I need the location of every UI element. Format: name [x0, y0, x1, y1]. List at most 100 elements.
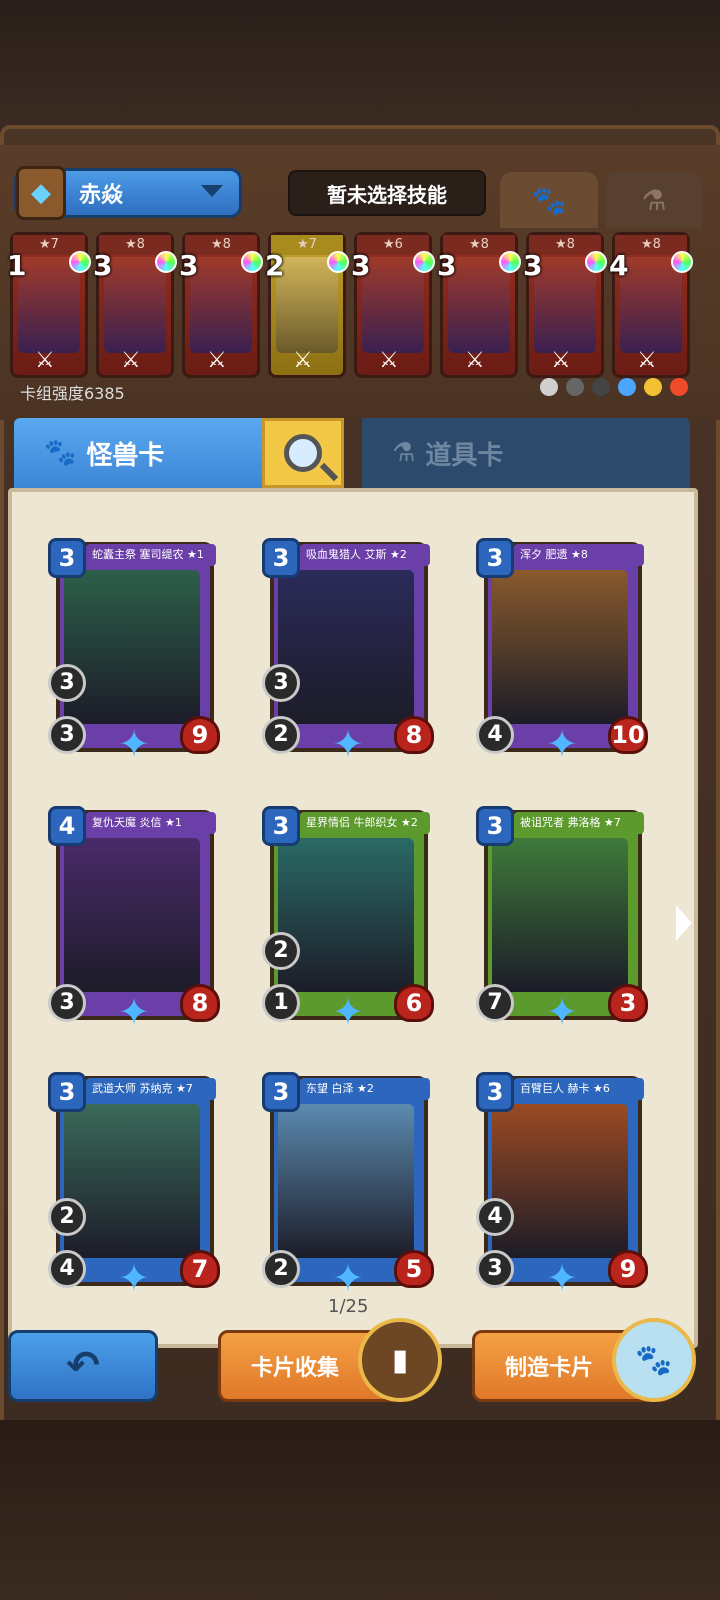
- deck-card[interactable]: ★7 1 ⚔: [7, 232, 91, 378]
- paw-tab[interactable]: 🐾: [500, 172, 598, 228]
- deck-card-art: [276, 257, 338, 353]
- card-cost: 3: [48, 1072, 86, 1112]
- deck-card-art: [362, 257, 424, 353]
- deck-card-cost: 1: [7, 249, 27, 282]
- collection-card[interactable]: 吸血鬼猎人 艾斯 ★2 3 3 2 ✦ 8: [262, 538, 434, 764]
- card-health: 5: [394, 1250, 434, 1288]
- collection-panel: 蛇蠹主祭 塞司缇农 ★1 3 3 3 ✦ 9 吸血鬼猎人 艾斯 ★2 3 3 2…: [8, 488, 698, 1348]
- card-attack: 3: [48, 984, 86, 1022]
- card-dice-value: 4: [476, 1198, 514, 1236]
- fire-icon: [670, 378, 688, 396]
- paw-icon: 🐾: [44, 438, 77, 468]
- deck-card-cost: 2: [265, 249, 285, 282]
- card-name: 东望 白泽 ★2: [300, 1078, 430, 1100]
- potion-tab[interactable]: ⚗: [606, 172, 702, 228]
- element-gem-icon: [155, 251, 177, 273]
- tab-item[interactable]: ⚗ 道具卡: [362, 418, 690, 488]
- deck-card-cost: 3: [351, 249, 371, 282]
- card-name: 蛇蠹主祭 塞司缇农 ★1: [86, 544, 216, 566]
- craft-label: 制造卡片: [505, 1356, 594, 1381]
- deck-card-art: [448, 257, 510, 353]
- tab-monster[interactable]: 🐾 怪兽卡: [14, 418, 264, 488]
- back-button[interactable]: ↶: [8, 1330, 158, 1402]
- deck-card-cost: 3: [523, 249, 543, 282]
- tab-item-label: 道具卡: [425, 440, 504, 471]
- element-icons: [540, 378, 690, 402]
- sword-icon: ⚔: [121, 348, 141, 373]
- card-attack: 3: [476, 1250, 514, 1288]
- collection-card[interactable]: 星界情侣 牛郎织女 ★2 3 2 1 ✦ 6: [262, 806, 434, 1032]
- deck-card[interactable]: ★7 2 ⚔: [265, 232, 349, 378]
- sword-icon: ⚔: [551, 348, 571, 373]
- card-health: 8: [180, 984, 220, 1022]
- deck-card-art: [18, 257, 80, 353]
- water-icon: [618, 378, 636, 396]
- deck-card-art: [620, 257, 682, 353]
- star-icon: ✦: [332, 990, 364, 1034]
- card-health: 7: [180, 1250, 220, 1288]
- card-cost: 3: [476, 538, 514, 578]
- sword-icon: ⚔: [637, 348, 657, 373]
- dark-icon: [566, 378, 584, 396]
- collection-card[interactable]: 被诅咒者 弗洛格 ★7 3 7 ✦ 3: [476, 806, 648, 1032]
- card-health: 6: [394, 984, 434, 1022]
- deck-book-icon[interactable]: ◆: [16, 166, 66, 220]
- card-dice-value: 2: [262, 932, 300, 970]
- card-art: [278, 838, 414, 992]
- card-art: [64, 838, 200, 992]
- card-art: [492, 1104, 628, 1258]
- deck-card[interactable]: ★8 3 ⚔: [437, 232, 521, 378]
- search-button[interactable]: [262, 418, 344, 488]
- deck-card[interactable]: ★6 3 ⚔: [351, 232, 435, 378]
- skill-selector[interactable]: 暂未选择技能: [288, 170, 486, 216]
- sword-icon: ⚔: [207, 348, 227, 373]
- collection-card[interactable]: 东望 白泽 ★2 3 2 ✦ 5: [262, 1072, 434, 1298]
- card-health: 9: [608, 1250, 648, 1288]
- card-art: [492, 838, 628, 992]
- card-attack: 3: [48, 716, 86, 754]
- paw-icon: 🐾: [531, 183, 567, 217]
- earth-icon: [592, 378, 610, 396]
- star-icon: ✦: [118, 722, 150, 766]
- collect-label: 卡片收集: [251, 1356, 340, 1381]
- deck-cards: ★7 1 ⚔ ★8 3 ⚔ ★8 3 ⚔ ★7 2 ⚔ ★6 3 ⚔ ★8 3 …: [7, 232, 710, 382]
- card-art: [278, 1104, 414, 1258]
- skill-label: 暂未选择技能: [327, 182, 447, 207]
- deck-card-cost: 4: [609, 249, 629, 282]
- top-decoration: [0, 0, 720, 130]
- card-name: 被诅咒者 弗洛格 ★7: [514, 812, 644, 834]
- collection-card[interactable]: 蛇蠹主祭 塞司缇农 ★1 3 3 3 ✦ 9: [48, 538, 220, 764]
- card-name: 吸血鬼猎人 艾斯 ★2: [300, 544, 430, 566]
- card-art: [492, 570, 628, 724]
- card-dice-value: 3: [48, 664, 86, 702]
- deck-card[interactable]: ★8 4 ⚔: [609, 232, 693, 378]
- star-icon: ✦: [546, 722, 578, 766]
- deck-card[interactable]: ★8 3 ⚔: [179, 232, 263, 378]
- card-name: 星界情侣 牛郎织女 ★2: [300, 812, 430, 834]
- card-book-icon[interactable]: ▮: [358, 1318, 442, 1402]
- card-attack: 4: [48, 1250, 86, 1288]
- deck-card[interactable]: ★8 3 ⚔: [93, 232, 177, 378]
- search-icon: [284, 434, 322, 472]
- element-gem-icon: [499, 251, 521, 273]
- sword-icon: ⚔: [465, 348, 485, 373]
- element-gem-icon: [671, 251, 693, 273]
- card-name: 百臂巨人 赫卡 ★6: [514, 1078, 644, 1100]
- star-icon: ✦: [118, 1256, 150, 1300]
- collection-card[interactable]: 浑夕 肥遗 ★8 3 4 ✦ 10: [476, 538, 648, 764]
- collection-card[interactable]: 复仇天魔 炎信 ★1 4 3 ✦ 8: [48, 806, 220, 1032]
- collection-card[interactable]: 百臂巨人 赫卡 ★6 3 4 3 ✦ 9: [476, 1072, 648, 1298]
- star-icon: ✦: [546, 990, 578, 1034]
- card-attack: 2: [262, 716, 300, 754]
- collection-card[interactable]: 武道大师 苏纳克 ★7 3 2 4 ✦ 7: [48, 1072, 220, 1298]
- next-page-icon[interactable]: [676, 905, 692, 941]
- tab-monster-label: 怪兽卡: [86, 440, 165, 471]
- bottom-decoration: [0, 1420, 720, 1600]
- deck-card[interactable]: ★8 3 ⚔: [523, 232, 607, 378]
- dropdown-arrow-icon: [201, 185, 223, 197]
- potion-icon: ⚗: [641, 183, 667, 217]
- screen: 赤焱 ◆ 暂未选择技能 🐾 ⚗ ★7 1 ⚔ ★8 3 ⚔ ★8 3 ⚔ ★7 …: [0, 0, 720, 1600]
- paw-jar-icon[interactable]: 🐾: [612, 1318, 696, 1402]
- card-health: 3: [608, 984, 648, 1022]
- wind-icon: [644, 378, 662, 396]
